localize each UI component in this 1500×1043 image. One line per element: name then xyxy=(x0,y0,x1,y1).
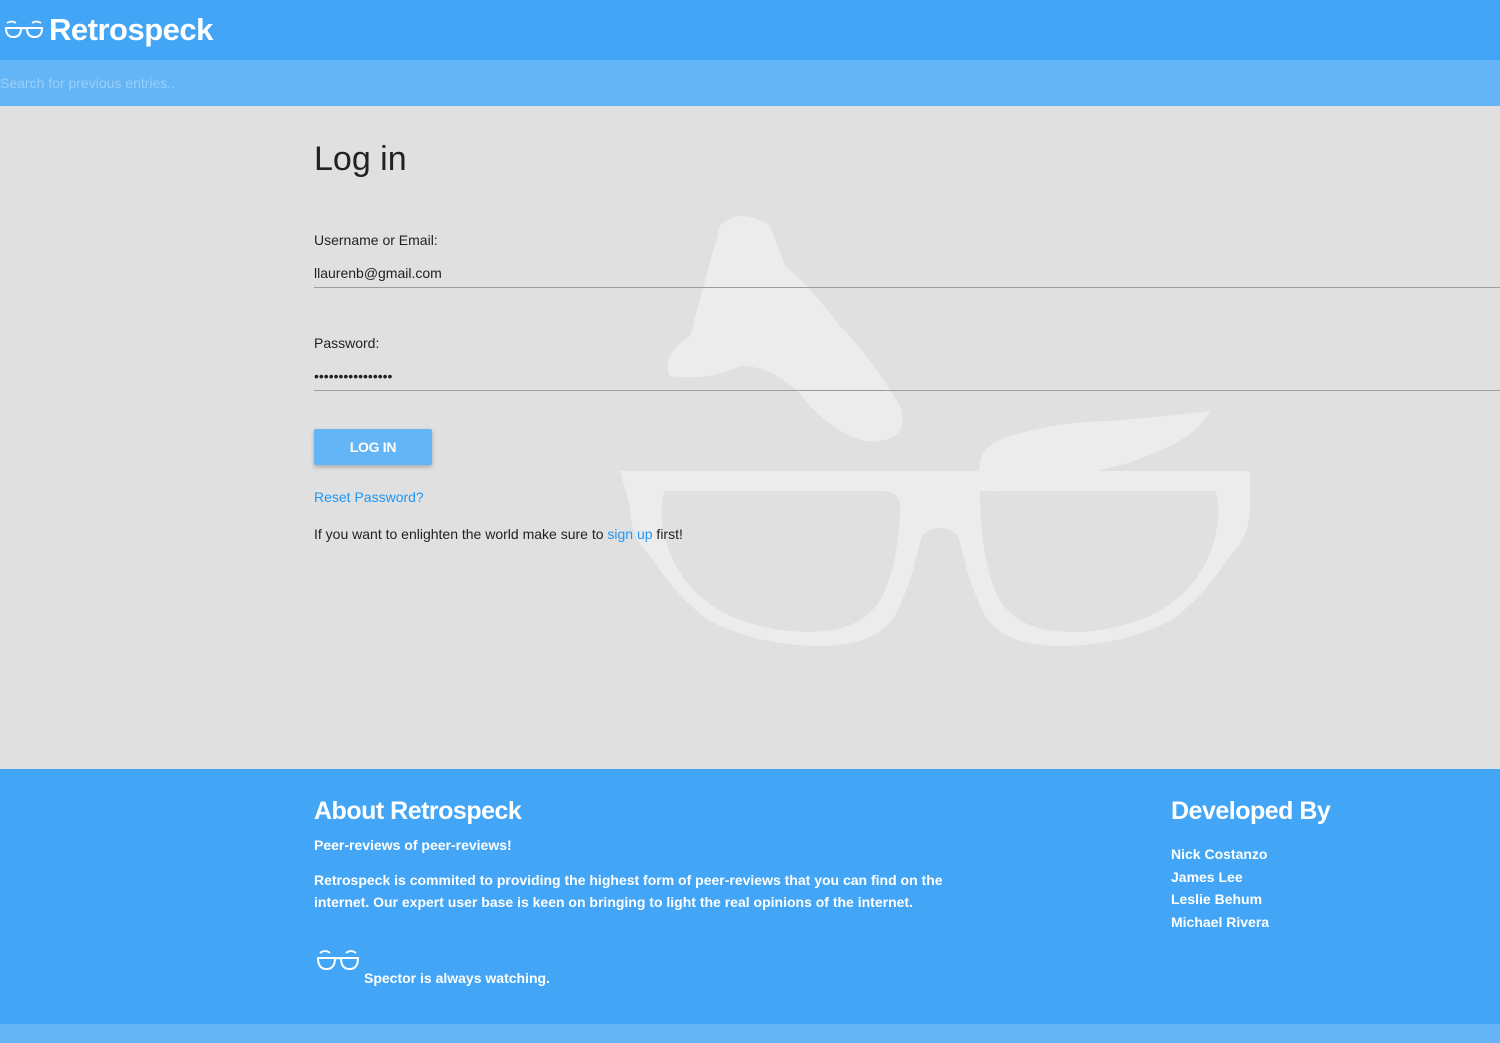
search-bar xyxy=(0,60,1500,106)
brand-name: Retrospeck xyxy=(49,12,213,47)
login-button[interactable]: LOG IN xyxy=(314,429,432,465)
username-field[interactable] xyxy=(314,258,1500,288)
developer-name: Leslie Behum xyxy=(1171,891,1263,907)
developed-by-title: Developed By xyxy=(1171,797,1331,825)
glasses-icon xyxy=(4,20,44,39)
developer-name: James Lee xyxy=(1171,868,1243,885)
glasses-icon xyxy=(316,950,360,971)
about-tagline: Peer-reviews of peer-reviews! xyxy=(314,837,512,853)
main-content: Log in Username or Email: Password: LOG … xyxy=(0,106,1500,769)
spector-text: Spector is always watching. xyxy=(364,970,550,986)
reset-password-link[interactable]: Reset Password? xyxy=(314,489,424,505)
search-input[interactable] xyxy=(0,60,1500,106)
developer-name: Nick Costanzo xyxy=(1171,846,1268,862)
signup-link[interactable]: sign up xyxy=(607,526,652,542)
developer-name: Michael Rivera xyxy=(1171,913,1270,930)
password-field[interactable] xyxy=(314,361,1500,391)
brand-link[interactable]: Retrospeck xyxy=(4,8,213,52)
about-title: About Retrospeck xyxy=(314,797,522,825)
footer: About Retrospeck Peer-reviews of peer-re… xyxy=(0,769,1500,1024)
developer-list: Nick Costanzo James Lee Leslie Behum Mic… xyxy=(1171,843,1269,933)
signup-suffix: first! xyxy=(652,526,683,542)
navbar: Retrospeck xyxy=(0,0,1500,60)
about-description: Retrospeck is commited to providing the … xyxy=(314,872,943,910)
signup-prompt: If you want to enlighten the world make … xyxy=(314,526,683,542)
copyright-bar xyxy=(0,1024,1500,1043)
password-label: Password: xyxy=(314,335,380,351)
page-title: Log in xyxy=(314,140,407,178)
username-label: Username or Email: xyxy=(314,232,438,248)
signup-prefix: If you want to enlighten the world make … xyxy=(314,526,608,542)
